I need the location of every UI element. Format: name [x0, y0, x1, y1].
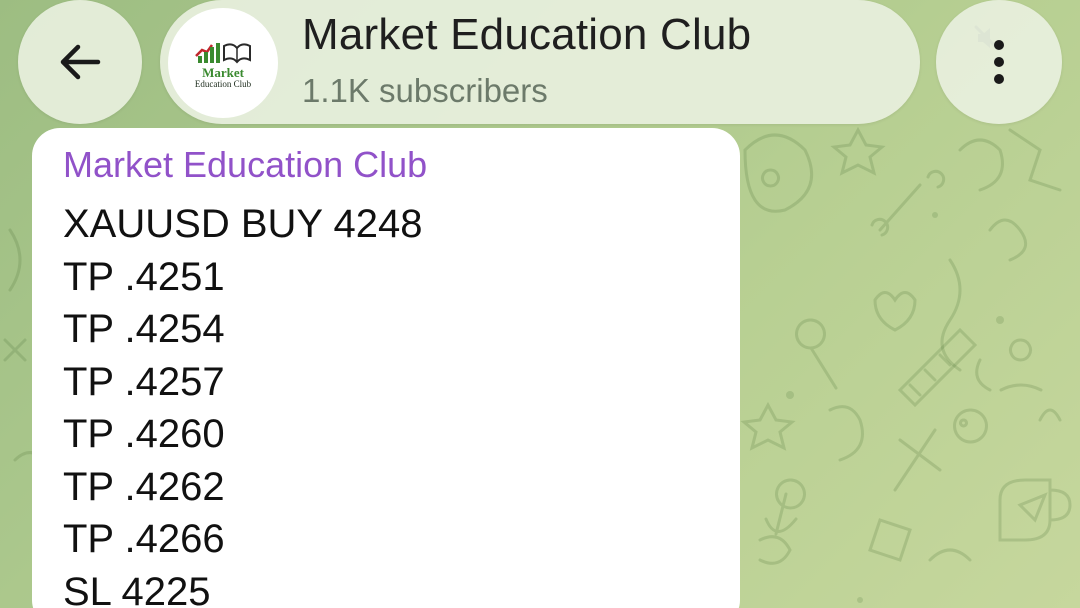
message-line: TP .4251 — [63, 254, 225, 299]
message-line: TP .4254 — [63, 307, 225, 351]
message-line: TP .4262 — [63, 464, 225, 509]
arrow-left-icon — [60, 44, 101, 80]
message-line: TP .4257 — [63, 359, 225, 404]
message-line: TP .4260 — [63, 412, 225, 456]
message-line: XAUUSD BUY 4248 — [63, 202, 423, 246]
channel-title: Market Education Club — [302, 10, 752, 59]
more-vertical-icon — [994, 40, 1004, 84]
subscriber-count: 1.1K subscribers — [302, 72, 548, 109]
message-line: TP .4266 — [63, 517, 225, 561]
more-options-button[interactable] — [936, 0, 1062, 124]
message-text: XAUUSD BUY 4248 TP .4251 TP .4254 TP .42… — [63, 198, 422, 608]
channel-avatar[interactable]: Market Education Club — [168, 8, 278, 118]
avatar-logo-text: Market — [202, 64, 244, 80]
message-bubble[interactable]: Market Education Club XAUUSD BUY 4248 TP… — [32, 128, 740, 608]
market-logo-icon — [195, 42, 251, 64]
channel-header[interactable]: Market Education Club Market Education C… — [160, 0, 1000, 124]
avatar-logo-subtext: Education Club — [194, 78, 252, 89]
message-line: SL 4225 — [63, 569, 211, 608]
back-button[interactable] — [18, 0, 142, 124]
message-sender: Market Education Club — [63, 144, 428, 185]
